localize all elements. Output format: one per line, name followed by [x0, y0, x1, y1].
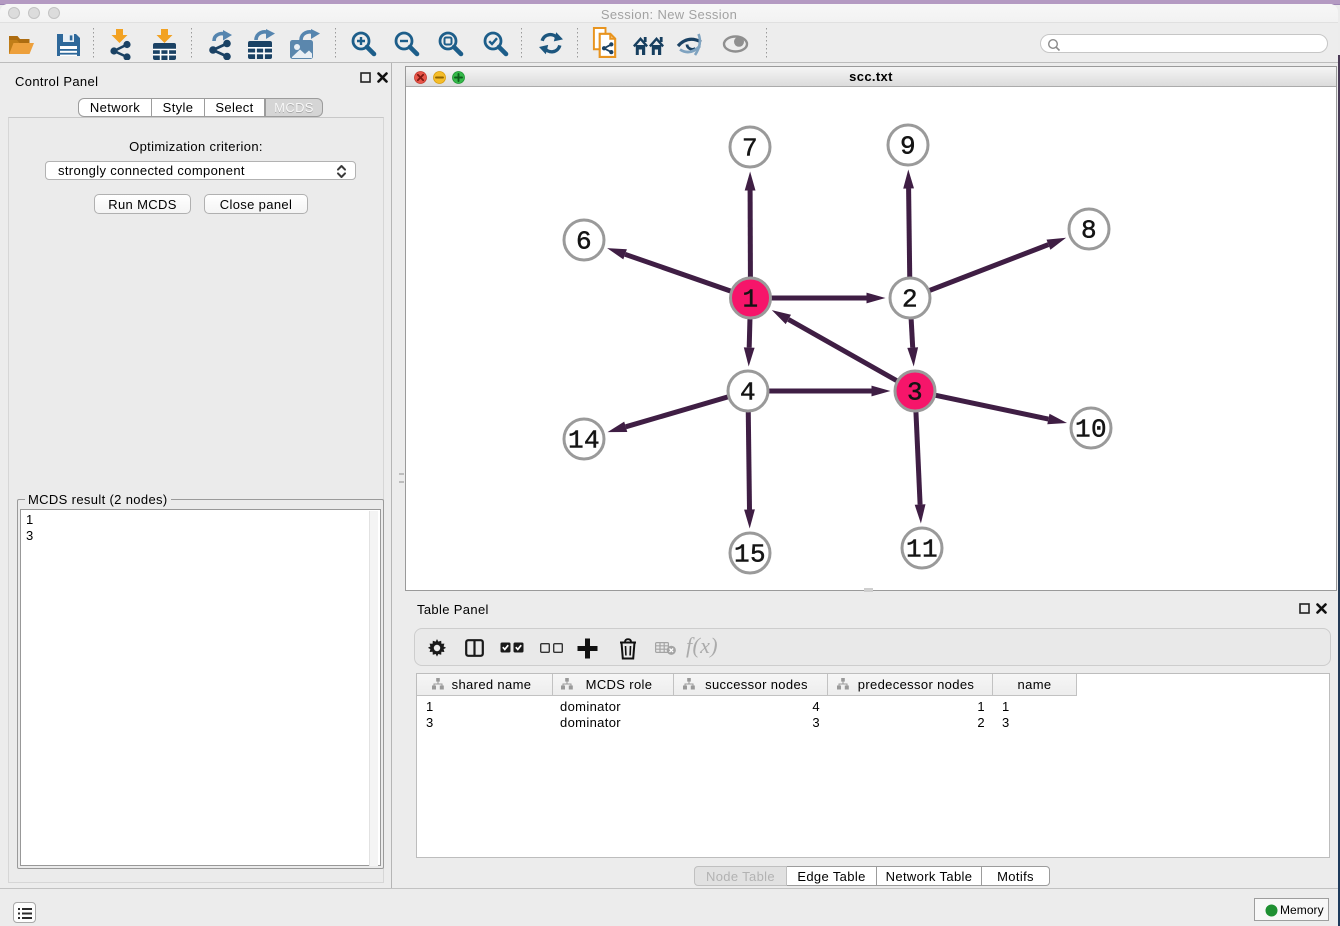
svg-text:6: 6: [576, 227, 592, 257]
svg-text:11: 11: [906, 535, 938, 565]
svg-text:3: 3: [907, 378, 923, 408]
svg-text:4: 4: [740, 378, 756, 408]
svg-text:15: 15: [734, 540, 766, 570]
svg-text:8: 8: [1081, 216, 1097, 246]
svg-text:7: 7: [742, 134, 758, 164]
svg-text:9: 9: [900, 132, 916, 162]
svg-text:1: 1: [743, 285, 759, 315]
svg-text:14: 14: [568, 426, 600, 456]
svg-text:10: 10: [1075, 415, 1107, 445]
svg-text:2: 2: [902, 285, 918, 315]
